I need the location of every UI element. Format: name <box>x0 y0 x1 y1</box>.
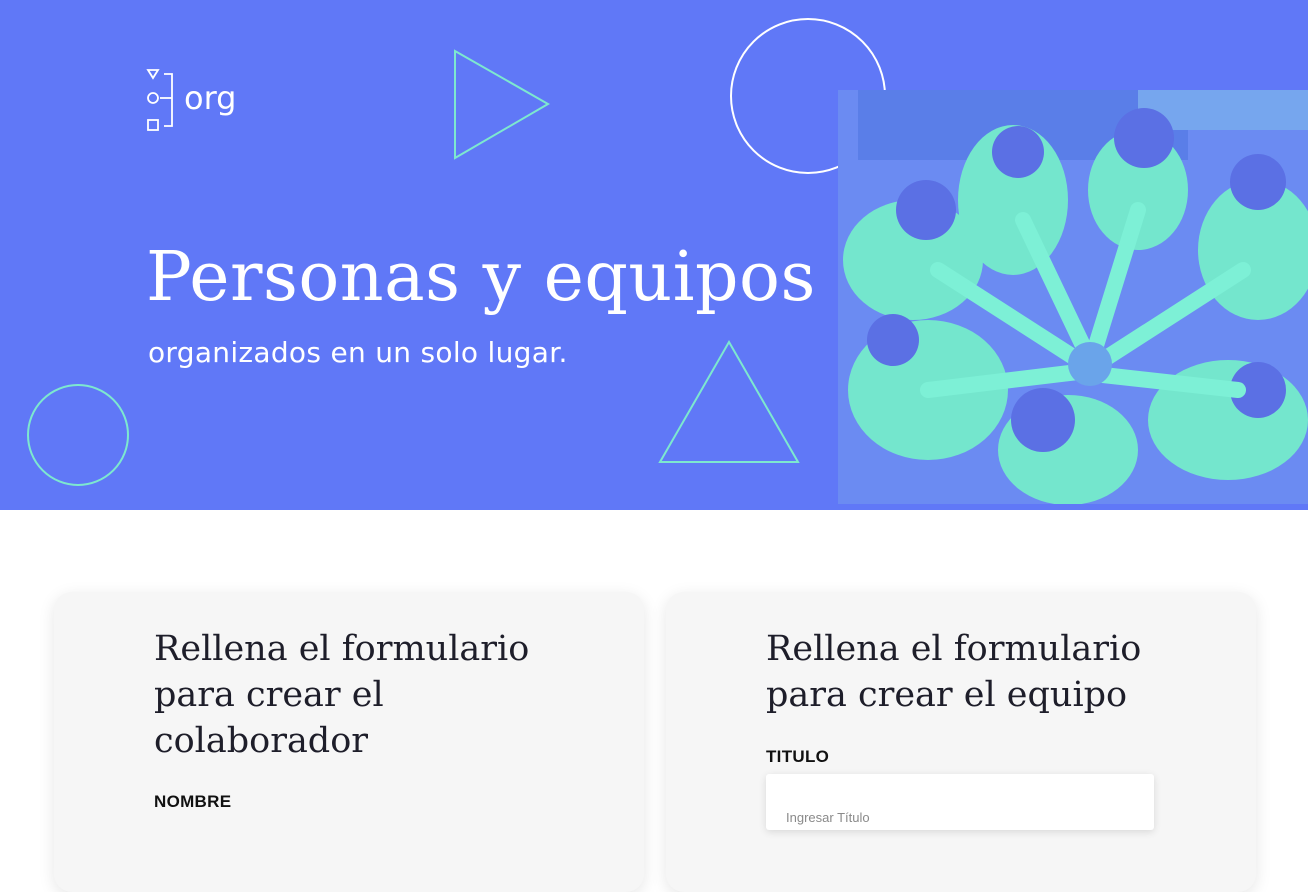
team-photo-illustration <box>838 90 1308 504</box>
title-line: Rellena el formulario <box>766 629 1142 669</box>
team-photo <box>838 90 1308 504</box>
team-form-title: Rellena el formulario para crear el equi… <box>766 626 1166 718</box>
team-form-card: Rellena el formulario para crear el equi… <box>666 592 1256 892</box>
hero-subtitle: organizados en un solo lugar. <box>148 336 568 369</box>
title-line: colaborador <box>154 721 369 761</box>
brand-logo[interactable]: org <box>146 66 236 134</box>
team-title-input[interactable] <box>766 774 1154 830</box>
name-field-label: NOMBRE <box>154 792 232 811</box>
triangle-outline-icon <box>658 339 800 463</box>
collaborator-form-card: Rellena el formulario para crear el cola… <box>54 592 644 892</box>
circle-outline-icon <box>27 384 129 486</box>
title-field-label: TITULO <box>766 747 830 766</box>
org-chart-icon <box>146 69 173 131</box>
collaborator-form-title: Rellena el formulario para crear el cola… <box>154 626 554 764</box>
logo-text: org <box>184 79 237 117</box>
title-line: para crear el equipo <box>766 675 1128 715</box>
hero-banner: org Personas y equipos organizados en un… <box>0 0 1308 510</box>
title-line: Rellena el formulario <box>154 629 530 669</box>
hero-title: Personas y equipos <box>146 238 816 317</box>
triangle-outline-icon <box>454 49 551 160</box>
title-line: para crear el <box>154 675 384 715</box>
